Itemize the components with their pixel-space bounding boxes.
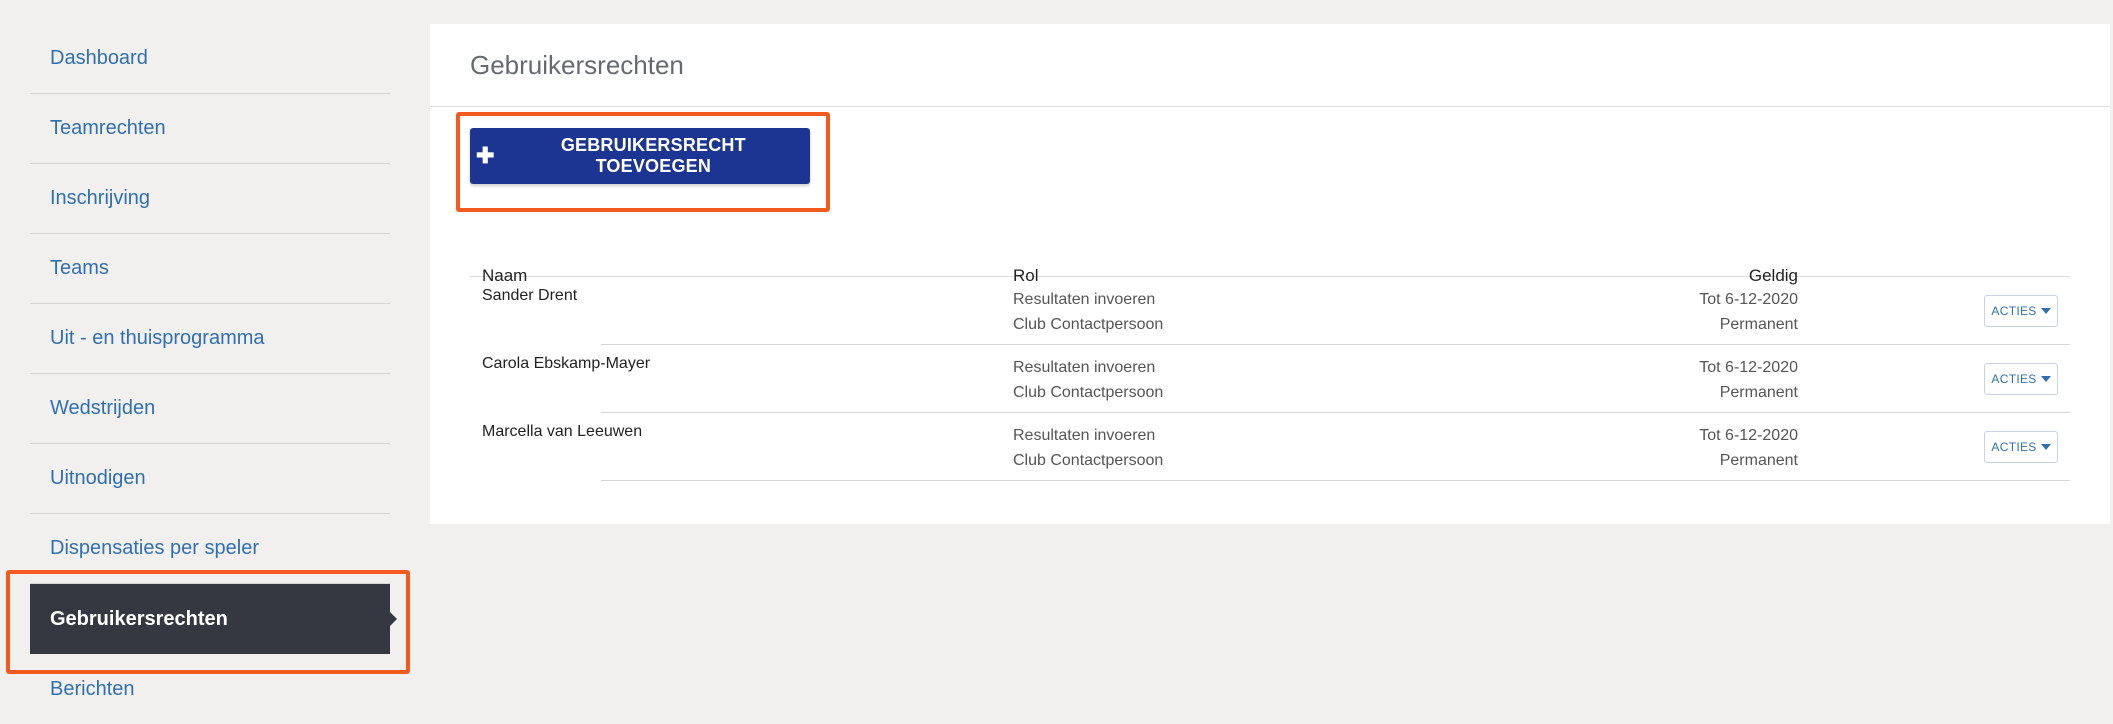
sidebar-item-label: Dashboard: [50, 47, 148, 69]
role-line: Club Contactpersoon: [1013, 384, 1164, 401]
sidebar-item-uitnodigen[interactable]: Uitnodigen: [30, 444, 390, 514]
table-row: Carola Ebskamp-Mayer Resultaten invoeren…: [470, 345, 2070, 413]
valid-line: Permanent: [1719, 384, 1798, 401]
role-line: Club Contactpersoon: [1013, 452, 1164, 469]
cell-name: Carola Ebskamp-Mayer: [482, 355, 651, 372]
sidebar-item-label: Berichten: [50, 677, 135, 700]
add-user-right-button[interactable]: ✚ GEBRUIKERSRECHT TOEVOEGEN: [470, 128, 810, 184]
acties-label: ACTIES: [1991, 304, 2037, 318]
role-line: Resultaten invoeren: [1013, 359, 1156, 376]
sidebar-item-label: Inschrijving: [50, 187, 151, 209]
sidebar-item-gebruikersrechten[interactable]: Gebruikersrechten: [30, 584, 397, 654]
sidebar-item-inschrijving[interactable]: Inschrijving: [30, 164, 390, 234]
sidebar-item-dashboard[interactable]: Dashboard: [30, 24, 390, 94]
sidebar-item-label: Dispensaties per speler: [50, 537, 259, 559]
acties-dropdown-button[interactable]: ACTIES: [1984, 295, 2058, 327]
acties-label: ACTIES: [1991, 440, 2037, 454]
add-user-right-button-label: GEBRUIKERSRECHT TOEVOEGEN: [560, 135, 746, 176]
role-line: Resultaten invoeren: [1013, 427, 1156, 444]
cell-valid: Tot 6-12-2020 Permanent: [1699, 423, 1798, 473]
user-rights-table: Naam Rol Geldig Sander Drent Resultaten …: [470, 238, 2070, 481]
sidebar-item-berichten[interactable]: Berichten: [30, 654, 390, 724]
sidebar-item-dispensaties-per-speler[interactable]: Dispensaties per speler: [30, 514, 390, 584]
sidebar-item-uit-en-thuisprogramma[interactable]: Uit - en thuisprogramma: [30, 304, 390, 374]
acties-dropdown-button[interactable]: ACTIES: [1984, 431, 2058, 463]
caret-down-icon: [2040, 444, 2051, 450]
acties-dropdown-button[interactable]: ACTIES: [1984, 363, 2058, 395]
sidebar-item-label: Gebruikersrechten: [50, 607, 228, 630]
plus-icon: ✚: [476, 143, 495, 168]
main-panel: Gebruikersrechten ✚ GEBRUIKERSRECHT TOEV…: [430, 24, 2110, 524]
acties-label: ACTIES: [1991, 372, 2037, 386]
caret-down-icon: [2040, 308, 2051, 314]
page: Dashboard Teamrechten Inschrijving Teams…: [0, 0, 2113, 724]
cell-valid: Tot 6-12-2020 Permanent: [1699, 355, 1798, 405]
sidebar-item-label: Uitnodigen: [50, 467, 146, 489]
sidebar-item-label: Teamrechten: [50, 117, 166, 139]
sidebar-item-label: Wedstrijden: [50, 397, 156, 419]
caret-down-icon: [2040, 376, 2051, 382]
panel-header: Gebruikersrechten: [430, 24, 2110, 107]
sidebar-item-teamrechten[interactable]: Teamrechten: [30, 94, 390, 164]
valid-line: Permanent: [1719, 316, 1798, 333]
valid-line: Tot 6-12-2020: [1699, 359, 1798, 376]
table-header: Naam Rol Geldig: [470, 238, 2070, 285]
cell-valid: Tot 6-12-2020 Permanent: [1699, 287, 1798, 337]
valid-line: Tot 6-12-2020: [1699, 427, 1798, 444]
sidebar-item-teams[interactable]: Teams: [30, 234, 390, 304]
sidebar: Dashboard Teamrechten Inschrijving Teams…: [30, 24, 397, 724]
sidebar-item-label: Teams: [50, 257, 109, 279]
cell-role: Resultaten invoeren Club Contactpersoon: [1013, 287, 1163, 337]
cell-role: Resultaten invoeren Club Contactpersoon: [1013, 423, 1163, 473]
role-line: Club Contactpersoon: [1013, 316, 1164, 333]
sidebar-item-wedstrijden[interactable]: Wedstrijden: [30, 374, 390, 444]
cell-name: Marcella van Leeuwen: [482, 423, 643, 440]
valid-line: Permanent: [1719, 452, 1798, 469]
valid-line: Tot 6-12-2020: [1699, 291, 1798, 308]
table-row: Marcella van Leeuwen Resultaten invoeren…: [470, 413, 2070, 481]
role-line: Resultaten invoeren: [1013, 291, 1156, 308]
cell-role: Resultaten invoeren Club Contactpersoon: [1013, 355, 1163, 405]
sidebar-item-label: Uit - en thuisprogramma: [50, 327, 265, 349]
page-title: Gebruikersrechten: [470, 49, 684, 80]
table-row: Sander Drent Resultaten invoeren Club Co…: [470, 277, 2070, 345]
cell-name: Sander Drent: [482, 287, 578, 304]
